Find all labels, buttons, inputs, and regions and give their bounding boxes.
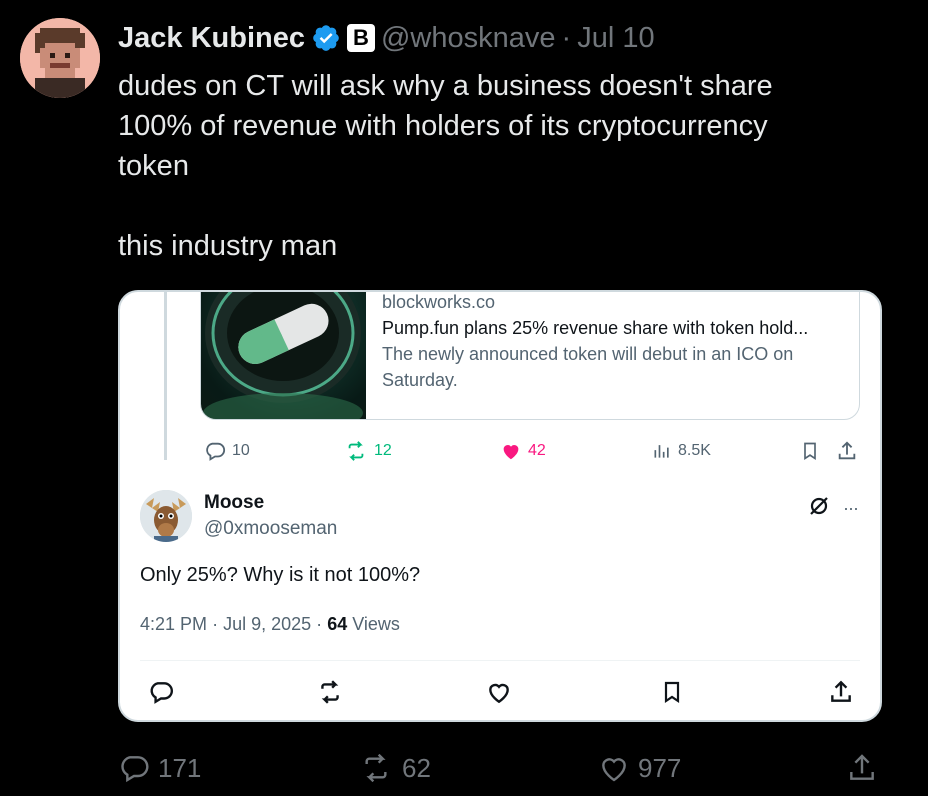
bookmark-icon (804, 442, 816, 461)
author-avatar[interactable] (20, 18, 100, 98)
embedded-screenshot[interactable]: blockworks.co Pump.fun plans 25% revenue… (118, 290, 882, 722)
like-count: 977 (638, 752, 682, 783)
reply-reply-button[interactable] (148, 679, 174, 705)
tweet-text: dudes on CT will ask why a business does… (118, 66, 898, 266)
reply-text: Only 25%? Why is it not 100%? (140, 564, 421, 586)
separator-dot: · (561, 21, 572, 54)
like-action[interactable]: 977 (598, 750, 681, 786)
reply-icon (150, 682, 173, 704)
reply-like-button[interactable] (486, 679, 512, 705)
parent-views-action[interactable]: 8.5K (652, 440, 711, 462)
author-handle[interactable]: @whosknave (381, 22, 556, 55)
share-icon (850, 754, 874, 780)
parent-reply-action[interactable]: 10 (204, 440, 250, 462)
repost-action[interactable]: 62 (358, 750, 431, 786)
reply-date[interactable]: Jul 9, 2025 (223, 614, 311, 634)
reply-icon (121, 756, 149, 783)
parent-share-action[interactable] (836, 440, 858, 462)
reply-views-label: Views (352, 614, 400, 634)
parent-reply-count: 10 (232, 442, 250, 459)
tweet-text-line-5: this industry man (118, 230, 338, 262)
bookmark-icon (664, 681, 680, 704)
link-thumbnail (201, 292, 366, 419)
parent-like-action[interactable]: 42 (500, 440, 546, 462)
views-bar-chart-icon (654, 445, 669, 458)
reply-share-button[interactable] (828, 679, 854, 705)
tweet-text-line-3: token (118, 150, 189, 182)
tweet-text-line-1: dudes on CT will ask why a business does… (118, 70, 773, 102)
repost-icon (321, 680, 339, 704)
repost-icon (365, 753, 387, 783)
reply-author-handle[interactable]: @0xmooseman (204, 518, 337, 540)
grok-icon[interactable] (807, 494, 831, 523)
heart-icon (602, 758, 626, 782)
tweet-date[interactable]: Jul 10 (577, 22, 654, 55)
share-action[interactable] (846, 750, 878, 786)
parent-repost-action[interactable]: 12 (344, 440, 392, 462)
share-icon (831, 680, 851, 702)
heart-icon (489, 683, 509, 704)
pill-image-icon (203, 292, 363, 419)
link-title[interactable]: Pump.fun plans 25% revenue share with to… (382, 315, 852, 341)
tweet-header: Jack Kubinec B @whosknave · Jul 10 (118, 18, 655, 58)
link-domain: blockworks.co (382, 292, 496, 312)
link-preview-card[interactable]: blockworks.co Pump.fun plans 25% revenue… (200, 292, 860, 420)
verified-badge-icon[interactable] (311, 23, 341, 53)
reply-author-name[interactable]: Moose (204, 492, 264, 514)
parent-bookmark-action[interactable] (800, 440, 820, 462)
thread-connector-line (164, 292, 167, 460)
affiliate-badge-icon[interactable]: B (346, 24, 375, 52)
reply-views-count: 64 (327, 614, 348, 634)
repost-icon (348, 441, 364, 461)
share-icon (838, 441, 856, 460)
tweet-text-line-2: 100% of revenue with holders of its cryp… (118, 110, 768, 142)
reply-count: 171 (158, 752, 202, 783)
pixel-avatar-icon (20, 18, 100, 98)
parent-repost-count: 12 (374, 442, 392, 459)
repost-count: 62 (402, 752, 431, 783)
reply-repost-button[interactable] (316, 679, 344, 705)
author-name[interactable]: Jack Kubinec (118, 22, 305, 55)
reply-action[interactable]: 171 (118, 750, 201, 786)
reply-divider (140, 660, 860, 661)
moose-avatar[interactable] (140, 490, 192, 542)
moose-icon (140, 490, 192, 542)
parent-views-count: 8.5K (678, 442, 711, 459)
parent-like-count: 42 (528, 442, 546, 459)
reply-bookmark-button[interactable] (660, 679, 684, 705)
reply-top-icons: ··· (807, 494, 859, 523)
more-options-icon[interactable]: ··· (843, 498, 859, 519)
reply-meta: 4:21 PM · Jul 9, 2025 · 64 Views (140, 614, 400, 634)
reply-time[interactable]: 4:21 PM (140, 614, 207, 634)
reply-icon (206, 442, 226, 461)
link-description: The newly announced token will debut in … (382, 344, 794, 390)
heart-filled-icon (503, 445, 519, 460)
